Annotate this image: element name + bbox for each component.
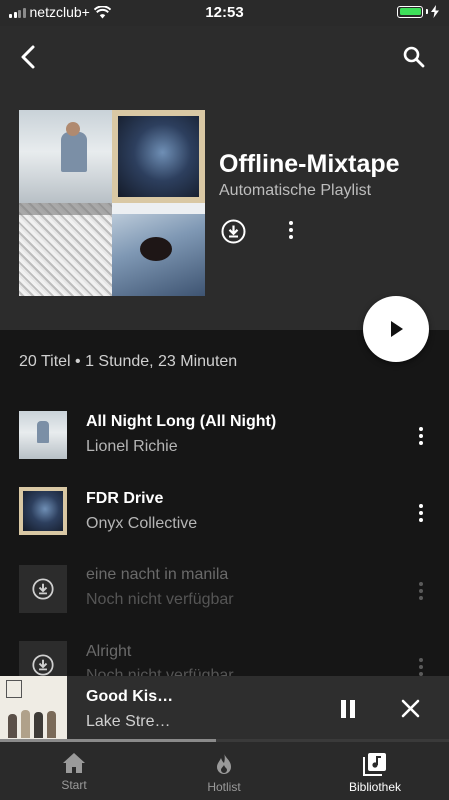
download-pending-icon xyxy=(32,654,54,676)
pause-icon[interactable] xyxy=(339,699,357,719)
track-artist: Lionel Richie xyxy=(86,438,178,455)
track-more-icon[interactable] xyxy=(410,658,432,676)
download-pending-icon xyxy=(32,578,54,600)
track-title: FDR Drive xyxy=(86,490,164,507)
tab-label: Bibliothek xyxy=(348,780,402,794)
back-arrow-icon[interactable] xyxy=(18,44,40,70)
clock: 12:53 xyxy=(205,4,244,21)
track-status: Noch nicht verfügbar xyxy=(86,591,234,608)
track-thumbnail xyxy=(19,641,67,676)
play-button[interactable] xyxy=(363,296,429,362)
track-row[interactable]: eine nacht in manila Noch nicht verfügba… xyxy=(0,541,449,613)
playlist-cover xyxy=(19,110,205,296)
track-title: eine nacht in manila xyxy=(86,566,229,583)
play-icon xyxy=(391,321,403,337)
tab-label: Start xyxy=(61,778,87,792)
track-row[interactable]: FDR Drive Onyx Collective xyxy=(0,465,449,535)
tab-label: Hotlist xyxy=(207,780,241,794)
track-thumbnail xyxy=(19,487,67,535)
tab-hotlist[interactable]: Hotlist xyxy=(164,742,284,800)
charging-icon xyxy=(431,5,439,18)
track-title: Alright xyxy=(86,643,132,660)
tab-bar: Start Hotlist Bibliothek xyxy=(0,742,449,800)
track-title: All Night Long (All Night) xyxy=(86,413,277,430)
library-icon xyxy=(363,753,386,776)
more-options-icon[interactable] xyxy=(280,221,302,239)
cover-art-1 xyxy=(19,110,112,203)
tab-start[interactable]: Start xyxy=(14,742,134,800)
flame-icon xyxy=(217,753,231,774)
close-icon[interactable] xyxy=(401,699,420,718)
track-artist: Onyx Collective xyxy=(86,515,198,532)
battery-indicator xyxy=(397,5,439,18)
playlist-subtitle: Automatische Playlist xyxy=(219,182,372,199)
battery-fill xyxy=(399,8,421,15)
track-row[interactable]: Alright Noch nicht verfügbar xyxy=(0,617,449,676)
home-icon xyxy=(63,753,85,773)
now-playing-artist: Lake Stre… xyxy=(86,713,171,730)
track-status: Noch nicht verfügbar xyxy=(86,667,234,676)
search-icon[interactable] xyxy=(402,45,426,69)
playlist-title: Offline-Mixtape xyxy=(219,150,400,178)
cover-art-2 xyxy=(112,110,205,203)
track-more-icon[interactable] xyxy=(410,582,432,600)
tab-bibliothek[interactable]: Bibliothek xyxy=(315,742,435,800)
track-thumbnail xyxy=(19,411,67,459)
track-more-icon[interactable] xyxy=(410,504,432,522)
status-bar: netzclub+ 12:53 xyxy=(0,0,449,26)
playlist-summary: 20 Titel • 1 Stunde, 23 Minuten xyxy=(19,353,238,370)
cover-art-4 xyxy=(112,203,205,296)
track-thumbnail xyxy=(19,565,67,613)
download-icon[interactable] xyxy=(221,219,246,244)
track-more-icon[interactable] xyxy=(410,427,432,445)
mini-player[interactable]: Good Kis… Lake Stre… xyxy=(0,676,449,742)
now-playing-cover xyxy=(0,676,67,742)
cover-art-3 xyxy=(19,203,112,296)
now-playing-title: Good Kis… xyxy=(86,688,174,705)
track-row[interactable]: All Night Long (All Night) Lionel Richie xyxy=(0,389,449,459)
